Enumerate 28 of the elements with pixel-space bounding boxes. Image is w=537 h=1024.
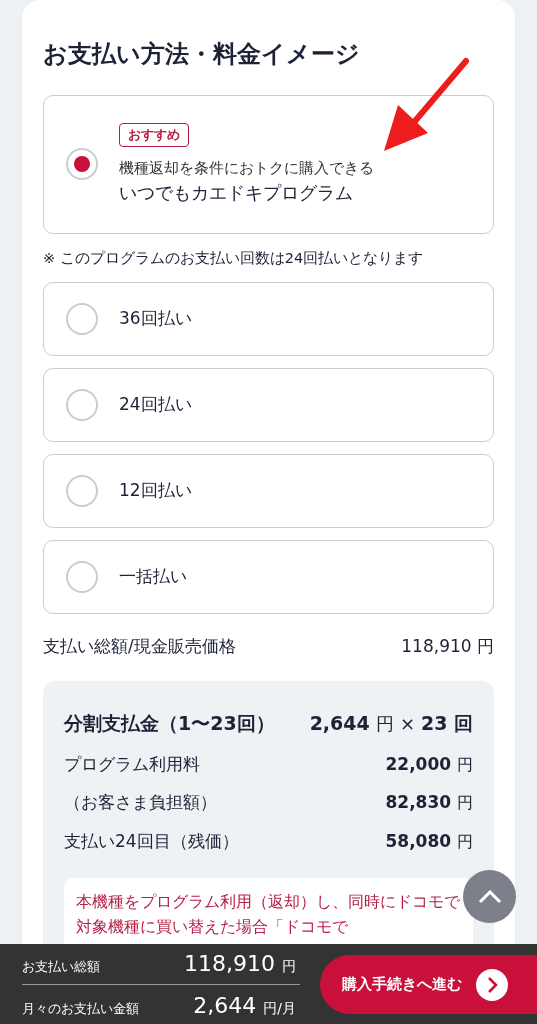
installment-option[interactable]: 36回払い bbox=[43, 281, 494, 356]
footer-value: 2,644 円/月 bbox=[193, 991, 296, 1020]
row-label: プログラム利用料 bbox=[64, 752, 200, 776]
row-value: 82,830 円 bbox=[385, 791, 473, 815]
row-value: 58,080 円 bbox=[385, 829, 473, 853]
footer-label: 月々のお支払い金額 bbox=[22, 999, 139, 1018]
plan-note: ※ このプログラムのお支払い回数は24回払いとなります bbox=[43, 248, 425, 268]
plan-option[interactable]: おすすめ 機種返却を条件におトクに購入できる いつでもカエドキプログラム bbox=[43, 94, 494, 234]
row-value: 22,000 円 bbox=[385, 752, 473, 776]
plan-name: いつでもカエドキプログラム bbox=[119, 181, 354, 206]
section-title: お支払い方法・料金イメージ bbox=[43, 40, 361, 69]
plan-description: 機種返却を条件におトクに購入できる bbox=[119, 157, 374, 179]
purchase-button[interactable]: 購入手続きへ進む bbox=[320, 955, 537, 1014]
installment-option[interactable]: 12回払い bbox=[43, 453, 494, 528]
option-label: 一括払い bbox=[119, 564, 187, 588]
footer-value: 118,910 円 bbox=[184, 949, 296, 978]
option-label: 24回払い bbox=[119, 392, 192, 416]
recommended-badge: おすすめ bbox=[119, 123, 189, 147]
option-label: 36回払い bbox=[119, 306, 192, 330]
installment-option[interactable]: 24回払い bbox=[43, 367, 494, 442]
row-label: （お客さま負担額） bbox=[64, 791, 217, 815]
total-value: 118,910 円 bbox=[401, 634, 494, 658]
installment-option[interactable]: 一括払い bbox=[43, 539, 494, 614]
option-label: 12回払い bbox=[119, 478, 192, 502]
installment-heading: 分割支払金（1〜23回） bbox=[64, 711, 275, 737]
installment-amount: 2,644 円 × 23 回 bbox=[309, 711, 473, 737]
row-label: 支払い24回目（残価） bbox=[64, 829, 239, 853]
total-label: 支払い総額/現金販売価格 bbox=[43, 634, 236, 658]
